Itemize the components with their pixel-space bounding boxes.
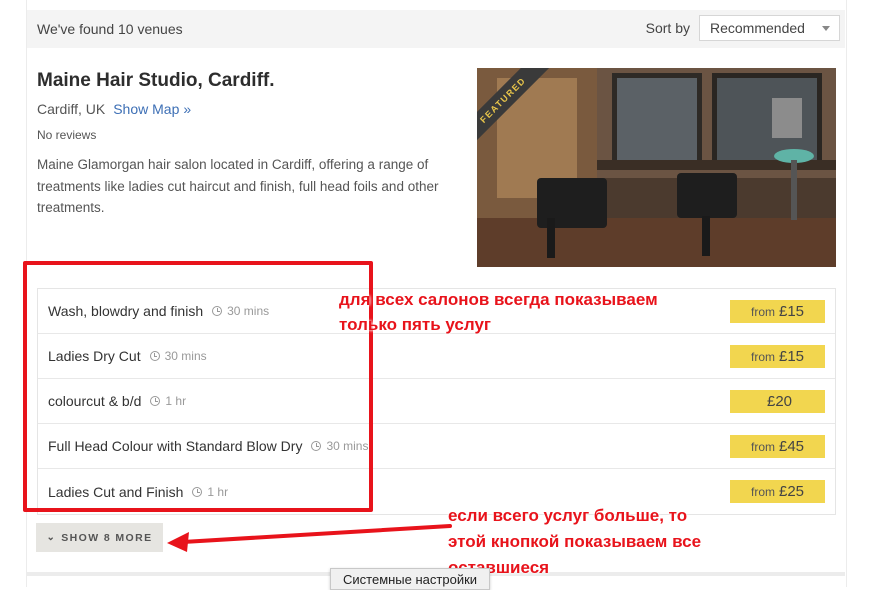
price-prefix: from xyxy=(750,484,775,499)
double-chevron-down-icon: ⌄ xyxy=(46,532,57,543)
annotation-arrow xyxy=(167,524,452,552)
annotation-highlight-box xyxy=(23,261,373,512)
results-bar: We've found 10 venues Sort by Recommende… xyxy=(27,10,845,48)
venue-description: Maine Glamorgan hair salon located in Ca… xyxy=(37,157,439,215)
reviews-text: No reviews xyxy=(37,128,97,142)
price-prefix: from xyxy=(750,349,775,364)
chevron-down-icon xyxy=(822,26,830,31)
price-prefix: from xyxy=(750,304,775,319)
show-map-link[interactable]: Show Map xyxy=(113,101,179,117)
double-chevron-right-icon: » xyxy=(183,101,192,117)
price-amount: £15 xyxy=(778,348,805,365)
sort-control: Sort by Recommended xyxy=(646,15,840,41)
show-more-label: SHOW 8 MORE xyxy=(61,531,153,544)
sort-selected-value: Recommended xyxy=(710,20,805,36)
price-amount: £15 xyxy=(778,303,805,320)
price-amount: £25 xyxy=(778,483,805,500)
venue-location: Cardiff, UK xyxy=(37,101,106,117)
sort-label: Sort by xyxy=(645,20,690,36)
price-button[interactable]: from £25 xyxy=(730,480,825,503)
annotation-note-top: для всех салонов всегда показываем тольк… xyxy=(339,290,658,334)
page-right-gutter xyxy=(846,0,847,587)
price-prefix: from xyxy=(750,439,775,454)
results-count: We've found 10 venues xyxy=(37,21,183,37)
price-button[interactable]: from £15 xyxy=(730,345,825,368)
price-amount: £20 xyxy=(766,393,793,410)
venue-title[interactable]: Maine Hair Studio, Cardiff. xyxy=(37,70,275,92)
venue-photo[interactable]: FEATURED xyxy=(477,68,836,267)
sort-select[interactable]: Recommended xyxy=(699,15,840,41)
price-button[interactable]: £20 xyxy=(730,390,825,413)
price-button[interactable]: from £15 xyxy=(730,300,825,323)
price-amount: £45 xyxy=(778,438,805,455)
venue-location-line: Cardiff, UK Show Map » xyxy=(37,101,191,117)
salon-interior-image xyxy=(477,68,836,267)
price-button[interactable]: from £45 xyxy=(730,435,825,458)
show-more-button[interactable]: ⌄ SHOW 8 MORE xyxy=(36,523,163,552)
